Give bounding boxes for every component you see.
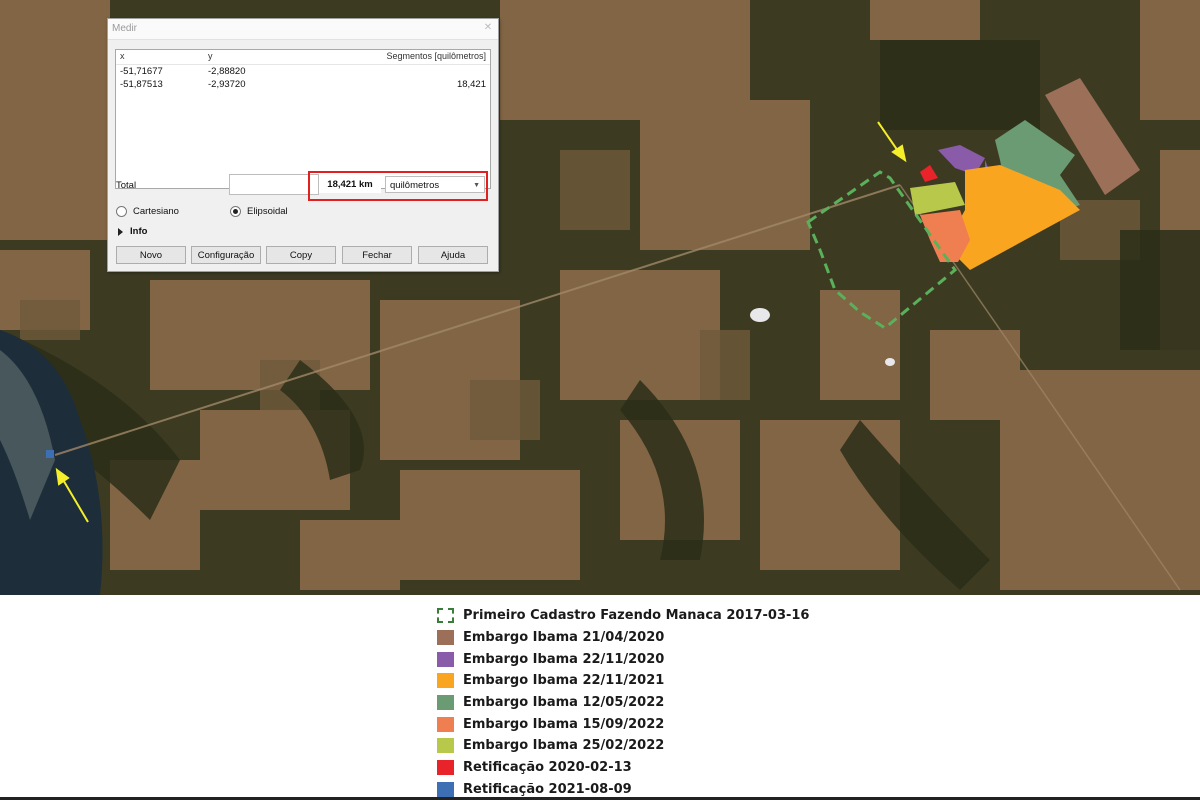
radio-cartesian-label: Cartesiano xyxy=(133,206,179,217)
table-header: x y Segmentos [quilômetros] xyxy=(116,50,490,65)
dialog-title: Medir xyxy=(108,19,498,40)
legend-item: Embargo Ibama 12/05/2022 xyxy=(437,692,809,714)
legend-label: Embargo Ibama 15/09/2022 xyxy=(463,716,665,732)
info-toggle[interactable]: Info xyxy=(118,226,147,237)
legend-label: Embargo Ibama 21/04/2020 xyxy=(463,630,665,646)
legend-item: Embargo Ibama 25/02/2022 xyxy=(437,735,809,757)
table-row[interactable]: -51,71677 -2,88820 xyxy=(116,65,490,78)
total-blank-field xyxy=(229,174,319,195)
radio-selected-icon xyxy=(230,206,241,217)
legend-item: Embargo Ibama 22/11/2021 xyxy=(437,670,809,692)
retificacao-2021-marker xyxy=(46,450,54,458)
legend-item: Primeiro Cadastro Fazendo Manaca 2017-03… xyxy=(437,605,809,627)
legend-label: Embargo Ibama 12/05/2022 xyxy=(463,695,665,711)
radio-ellipsoidal-label: Elipsoidal xyxy=(247,206,288,217)
measure-dialog[interactable]: Medir ✕ x y Segmentos [quilômetros] -51,… xyxy=(107,18,499,272)
cell-x: -51,87513 xyxy=(120,79,163,90)
cell-y: -2,88820 xyxy=(208,66,246,77)
chevron-down-icon: ▼ xyxy=(473,182,480,189)
unit-select[interactable]: quilômetros ▼ xyxy=(385,176,485,193)
close-button[interactable]: Fechar xyxy=(342,246,412,264)
col-x: x xyxy=(120,51,125,61)
legend-label: Primeiro Cadastro Fazendo Manaca 2017-03… xyxy=(463,608,810,624)
total-value: 18,421 km xyxy=(319,176,381,193)
satellite-map[interactable]: Medir ✕ x y Segmentos [quilômetros] -51,… xyxy=(0,0,1200,595)
legend-item: Embargo Ibama 15/09/2022 xyxy=(437,713,809,735)
cell-x: -51,71677 xyxy=(120,66,163,77)
close-icon[interactable]: ✕ xyxy=(482,22,494,34)
col-y: y xyxy=(208,51,213,61)
cell-segment: 18,421 xyxy=(456,79,486,90)
col-segments: Segmentos [quilômetros] xyxy=(386,51,486,61)
copy-button[interactable]: Copy xyxy=(266,246,336,264)
table-row[interactable]: -51,87513 -2,93720 18,421 xyxy=(116,78,490,91)
legend-label: Embargo Ibama 25/02/2022 xyxy=(463,738,665,754)
expand-arrow-icon xyxy=(118,227,123,236)
legend-swatch xyxy=(437,608,454,624)
legend-label: Retificação 2020-02-13 xyxy=(463,760,632,776)
legend-item: Retificação 2020-02-13 xyxy=(437,757,809,779)
map-legend: Primeiro Cadastro Fazendo Manaca 2017-03… xyxy=(437,605,809,800)
measure-table[interactable]: x y Segmentos [quilômetros] -51,71677 -2… xyxy=(115,49,491,189)
unit-selected: quilômetros xyxy=(390,180,440,191)
legend-swatch xyxy=(437,630,454,646)
help-button[interactable]: Ajuda xyxy=(418,246,488,264)
info-label: Info xyxy=(130,226,148,237)
total-label: Total xyxy=(116,180,137,191)
legend-swatch xyxy=(437,651,454,667)
legend-label: Embargo Ibama 22/11/2021 xyxy=(463,673,665,689)
radio-cartesian[interactable]: Cartesiano xyxy=(116,206,179,217)
legend-swatch xyxy=(437,738,454,754)
legend-label: Embargo Ibama 22/11/2020 xyxy=(463,651,665,667)
legend-label: Retificação 2021-08-09 xyxy=(463,781,632,797)
legend-swatch xyxy=(437,760,454,776)
legend-swatch xyxy=(437,695,454,711)
cell-y: -2,93720 xyxy=(208,79,246,90)
config-button[interactable]: Configuração xyxy=(191,246,261,264)
new-button[interactable]: Novo xyxy=(116,246,186,264)
legend-item: Embargo Ibama 21/04/2020 xyxy=(437,627,809,649)
legend-item: Embargo Ibama 22/11/2020 xyxy=(437,648,809,670)
legend-swatch xyxy=(437,781,454,797)
legend-swatch xyxy=(437,673,454,689)
radio-ellipsoidal[interactable]: Elipsoidal xyxy=(230,206,288,217)
legend-swatch xyxy=(437,716,454,732)
radio-icon xyxy=(116,206,127,217)
